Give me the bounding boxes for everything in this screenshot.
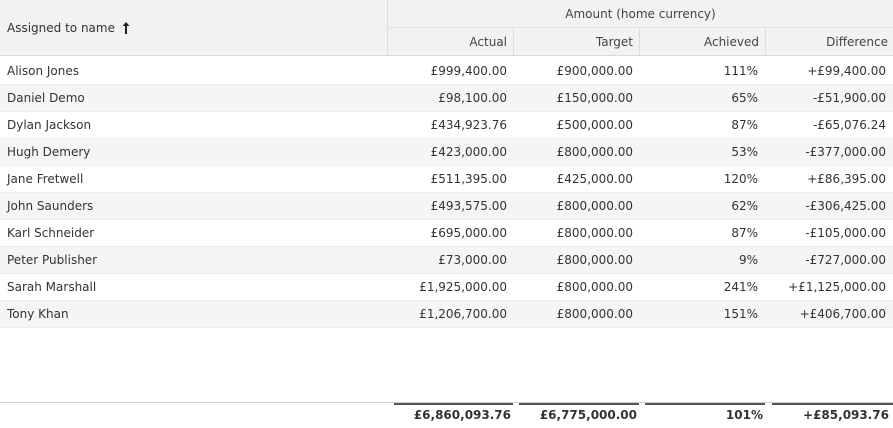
table-row[interactable]: Tony Khan £1,206,700.00 £800,000.00 151%… — [0, 301, 893, 328]
cell-name: Karl Schneider — [7, 226, 95, 240]
cell-actual: £434,923.76 — [430, 118, 507, 132]
total-actual-rule — [394, 403, 513, 405]
cell-actual: £73,000.00 — [438, 253, 507, 267]
cell-achieved: 87% — [731, 118, 758, 132]
total-target: £6,775,000.00 — [539, 408, 637, 422]
header-group-amount: Amount (home currency) — [388, 0, 893, 28]
cell-target: £800,000.00 — [556, 253, 633, 267]
cell-difference: -£727,000.00 — [805, 253, 886, 267]
cell-achieved: 87% — [731, 226, 758, 240]
cell-difference: +£99,400.00 — [807, 64, 886, 78]
cell-difference: -£65,076.24 — [812, 118, 886, 132]
cell-difference: +£1,125,000.00 — [788, 280, 886, 294]
header-difference[interactable]: Difference — [766, 28, 893, 55]
cell-name: Daniel Demo — [7, 91, 85, 105]
cell-actual: £1,206,700.00 — [419, 307, 507, 321]
cell-name: Tony Khan — [7, 307, 69, 321]
cell-target: £500,000.00 — [556, 118, 633, 132]
cell-difference: -£105,000.00 — [805, 226, 886, 240]
cell-target: £800,000.00 — [556, 280, 633, 294]
total-difference-rule — [772, 403, 893, 405]
header-assigned-to-name[interactable]: Assigned to name — [0, 0, 388, 55]
cell-actual: £493,575.00 — [430, 199, 507, 213]
cell-actual: £423,000.00 — [430, 145, 507, 159]
table-row[interactable]: Karl Schneider £695,000.00 £800,000.00 8… — [0, 220, 893, 247]
cell-actual: £511,395.00 — [430, 172, 507, 186]
sort-ascending-arrow-icon[interactable] — [121, 21, 131, 35]
total-target-rule — [519, 403, 639, 405]
table-row[interactable]: John Saunders £493,575.00 £800,000.00 62… — [0, 193, 893, 220]
cell-name: Hugh Demery — [7, 145, 91, 159]
cell-achieved: 65% — [731, 91, 758, 105]
cell-difference: -£377,000.00 — [805, 145, 886, 159]
header-assigned-to-name-label: Assigned to name — [7, 20, 115, 35]
cell-difference: -£306,425.00 — [805, 199, 886, 213]
header-target[interactable]: Target — [514, 28, 640, 55]
cell-target: £150,000.00 — [556, 91, 633, 105]
total-achieved: 101% — [725, 408, 763, 422]
table-row[interactable]: Alison Jones £999,400.00 £900,000.00 111… — [0, 58, 893, 85]
cell-actual: £999,400.00 — [430, 64, 507, 78]
cell-name: Alison Jones — [7, 64, 80, 78]
total-actual: £6,860,093.76 — [413, 408, 511, 422]
cell-name: Peter Publisher — [7, 253, 98, 267]
table-row[interactable]: Daniel Demo £98,100.00 £150,000.00 65% -… — [0, 85, 893, 112]
table-row[interactable]: Hugh Demery £423,000.00 £800,000.00 53% … — [0, 139, 893, 166]
cell-actual: £98,100.00 — [438, 91, 507, 105]
table-row[interactable]: Dylan Jackson £434,923.76 £500,000.00 87… — [0, 112, 893, 139]
cell-name: John Saunders — [7, 199, 94, 213]
cell-target: £800,000.00 — [556, 199, 633, 213]
header-actual[interactable]: Actual — [388, 28, 514, 55]
cell-target: £800,000.00 — [556, 145, 633, 159]
cell-actual: £1,925,000.00 — [419, 280, 507, 294]
cell-name: Dylan Jackson — [7, 118, 92, 132]
table-header: Assigned to name Amount (home currency) … — [0, 0, 893, 56]
cell-name: Sarah Marshall — [7, 280, 97, 294]
header-achieved[interactable]: Achieved — [640, 28, 766, 55]
cell-actual: £695,000.00 — [430, 226, 507, 240]
total-difference: +£85,093.76 — [803, 408, 889, 422]
cell-target: £800,000.00 — [556, 307, 633, 321]
cell-achieved: 120% — [723, 172, 758, 186]
cell-achieved: 9% — [738, 253, 758, 267]
table-row[interactable]: Peter Publisher £73,000.00 £800,000.00 9… — [0, 247, 893, 274]
cell-achieved: 151% — [723, 307, 758, 321]
table-row[interactable]: Jane Fretwell £511,395.00 £425,000.00 12… — [0, 166, 893, 193]
cell-achieved: 53% — [731, 145, 758, 159]
cell-achieved: 111% — [723, 64, 758, 78]
cell-difference: +£406,700.00 — [799, 307, 886, 321]
cell-target: £425,000.00 — [556, 172, 633, 186]
table-row[interactable]: Sarah Marshall £1,925,000.00 £800,000.00… — [0, 274, 893, 301]
cell-target: £900,000.00 — [556, 64, 633, 78]
cell-achieved: 62% — [731, 199, 758, 213]
cell-difference: -£51,900.00 — [812, 91, 886, 105]
cell-name: Jane Fretwell — [7, 172, 84, 186]
cell-achieved: 241% — [723, 280, 758, 294]
cell-difference: +£86,395.00 — [807, 172, 886, 186]
cell-target: £800,000.00 — [556, 226, 633, 240]
total-achieved-rule — [645, 403, 765, 405]
